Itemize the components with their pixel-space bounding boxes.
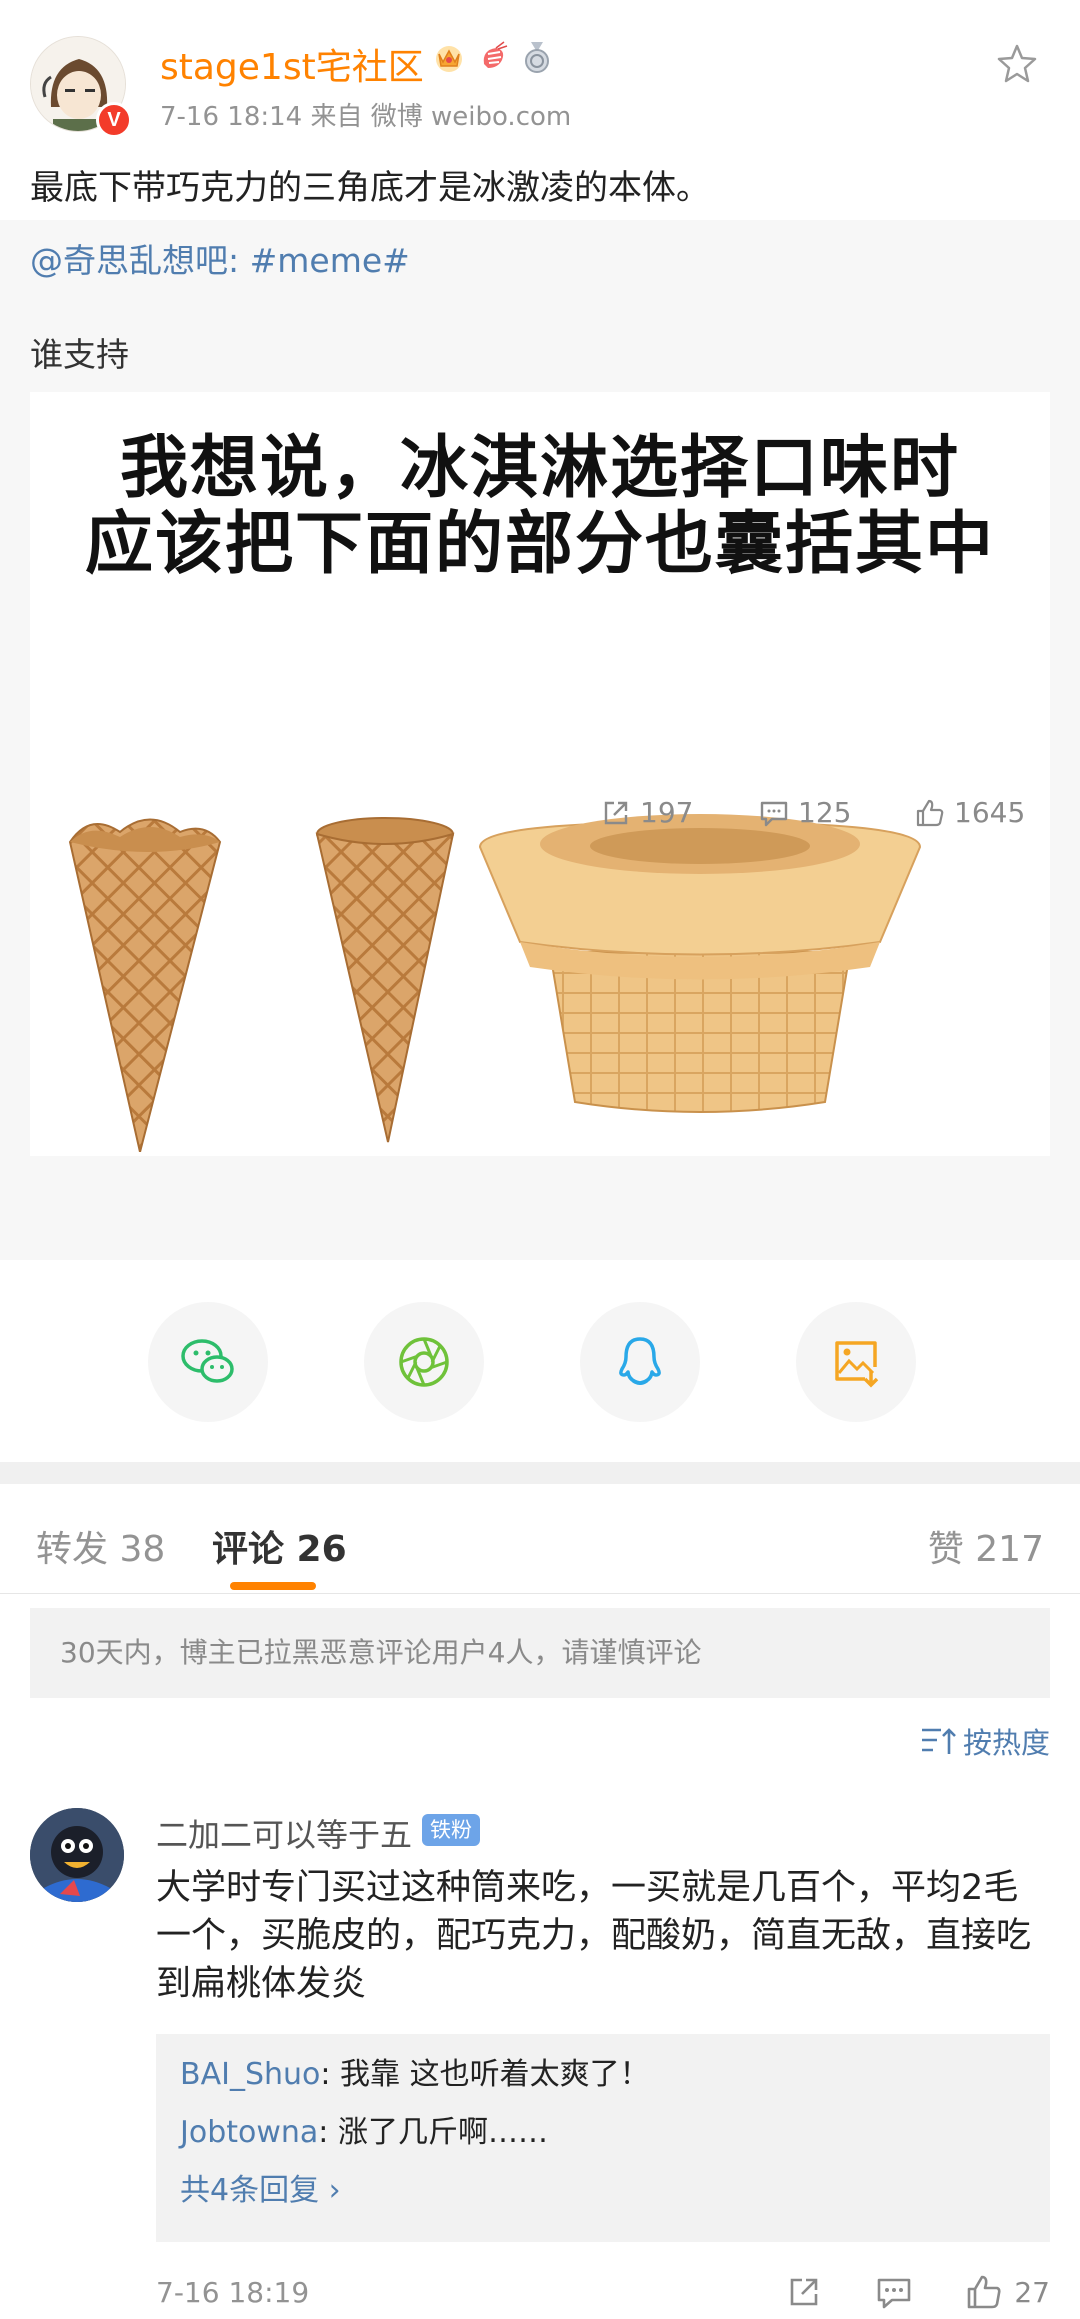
sort-button[interactable]: 按热度	[919, 1720, 1050, 1762]
post-meta: 7-16 18:14 来自 微博 weibo.com	[160, 102, 572, 132]
comment-count: 125	[798, 796, 852, 829]
share-qq-button[interactable]	[580, 1302, 700, 1422]
wechat-icon	[181, 1339, 234, 1383]
user-badges	[432, 40, 554, 74]
comment-footer: 7-16 18:19 27	[156, 2266, 1050, 2316]
comment-like-count: 27	[1014, 2275, 1050, 2309]
comment-like-button[interactable]: 27	[964, 2272, 1050, 2312]
like-count: 1645	[954, 796, 1026, 829]
post-header: V stage1st宅社区 7-16 18:14 来自 微博 weibo.com	[0, 0, 1080, 150]
share-wechat-button[interactable]	[148, 1302, 268, 1422]
more-replies-link[interactable]: 共4条回复 ›	[180, 2162, 1026, 2220]
comment-time: 7-16 18:19	[156, 2276, 310, 2309]
repost-action[interactable]: 197	[600, 796, 693, 829]
favorite-star-icon[interactable]	[996, 42, 1038, 84]
tab-reposts[interactable]: 转发 38	[36, 1520, 165, 1572]
retweet-text: 谁支持	[30, 335, 129, 374]
post-text: 最底下带巧克力的三角底才是冰激凌的本体。	[30, 168, 710, 208]
verified-icon: V	[96, 102, 132, 138]
reply-text: : 我靠 这也听着太爽了！	[320, 2057, 650, 2092]
comment-action[interactable]: 125	[758, 796, 851, 829]
repost-icon	[604, 801, 628, 824]
user-avatar[interactable]: V	[30, 36, 132, 138]
active-tab-indicator	[230, 1582, 316, 1590]
comment-text: 大学时专门买过这种筒来吃，一买就是几百个，平均2毛一个，买脆皮的，配巧克力，配酸…	[156, 1868, 1032, 2004]
comment-repost-icon[interactable]	[784, 2272, 824, 2312]
commenter-avatar[interactable]	[30, 1808, 124, 1902]
reply-item[interactable]: BAI_Shuo: 我靠 这也听着太爽了！	[180, 2046, 1026, 2104]
comment-icon	[760, 801, 788, 826]
tab-comments[interactable]: 评论 26	[212, 1520, 347, 1572]
thumbs-up-icon	[916, 799, 944, 826]
medal-badge-icon[interactable]	[520, 40, 554, 74]
reply-box[interactable]: BAI_Shuo: 我靠 这也听着太爽了！ Jobtowna: 涨了几斤啊…… …	[156, 2034, 1050, 2242]
comment-reply-icon[interactable]	[874, 2272, 914, 2312]
meme-image[interactable]: 我想说，冰淇淋选择口味时 应该把下面的部分也囊括其中	[30, 392, 1050, 1156]
comment-like-icon	[968, 2275, 1001, 2309]
save-image-icon	[835, 1341, 879, 1388]
commenter-name[interactable]: 二加二可以等于五	[156, 1810, 412, 1856]
moments-icon	[399, 1337, 449, 1387]
share-row	[0, 1262, 1080, 1462]
reply-text: : 涨了几斤啊……	[318, 2115, 548, 2150]
reply-user[interactable]: BAI_Shuo	[180, 2057, 320, 2092]
sort-label: 按热度	[962, 1726, 1050, 1760]
sort-icon	[921, 1728, 956, 1754]
user-name[interactable]: stage1st宅社区	[160, 38, 424, 90]
qq-icon	[619, 1337, 661, 1385]
save-image-button[interactable]	[796, 1302, 916, 1422]
comment-item: 二加二可以等于五 铁粉 大学时专门买过这种筒来吃，一买就是几百个，平均2毛一个，…	[0, 1800, 1080, 2319]
tab-bar: 转发 38 评论 26 赞 217	[0, 1484, 1080, 1594]
reply-user[interactable]: Jobtowna	[180, 2115, 318, 2150]
shrimp-badge-icon[interactable]	[476, 40, 510, 74]
ice-cream-cones-illustration	[68, 814, 922, 1152]
like-action[interactable]: 1645	[914, 796, 1025, 829]
fan-badge[interactable]: 铁粉	[422, 1814, 480, 1846]
section-divider	[0, 1462, 1080, 1484]
share-moments-button[interactable]	[364, 1302, 484, 1422]
retweet-block[interactable]: @奇思乱想吧: #meme# 谁支持 我想说，冰淇淋选择口味时 应该把下面的部分…	[0, 220, 1080, 1260]
meme-caption-line2: 应该把下面的部分也囊括其中	[84, 505, 995, 584]
blacklist-notice: 30天内，博主已拉黑恶意评论用户4人，请谨慎评论	[30, 1608, 1050, 1698]
tab-likes[interactable]: 赞 217	[928, 1520, 1044, 1572]
retweet-source[interactable]: @奇思乱想吧: #meme#	[30, 234, 410, 282]
crown-badge-icon[interactable]	[432, 40, 466, 74]
reply-item[interactable]: Jobtowna: 涨了几斤啊……	[180, 2104, 1026, 2162]
comment-actions: 27	[784, 2272, 1050, 2312]
repost-count: 197	[640, 796, 694, 829]
